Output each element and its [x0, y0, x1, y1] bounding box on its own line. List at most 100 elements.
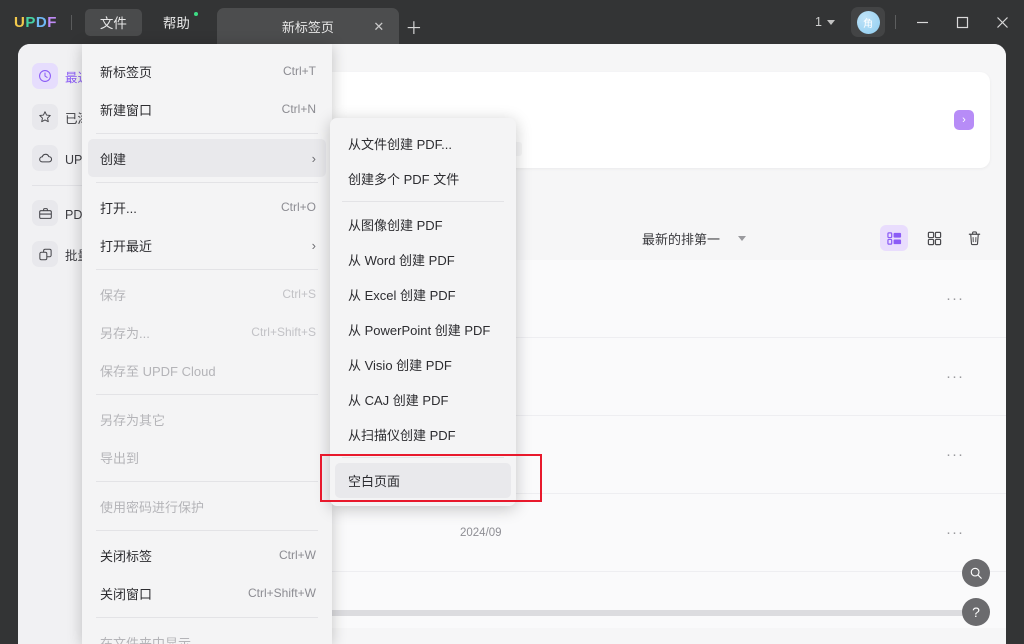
menu-item-11: 使用密码进行保护	[88, 487, 326, 525]
submenu-item-1[interactable]: 从文件创建 PDF...	[335, 126, 511, 161]
submenu-item-9[interactable]: 从扫描仪创建 PDF	[335, 417, 511, 452]
minimize-icon[interactable]	[902, 0, 942, 44]
updf-app-window: UPDF 文件 帮助 新标签页 ✕ ＋ 1 角 最近 PDF › 最新的排第一 …	[0, 0, 1024, 644]
menu-item-shortcut: Ctrl+O	[280, 200, 316, 214]
menu-item-3[interactable]: 创建 ›	[88, 139, 326, 177]
menu-item-5[interactable]: 打开最近 ›	[88, 226, 326, 264]
more-options-icon[interactable]: ···	[946, 290, 964, 307]
toolbox-icon	[32, 200, 58, 226]
menu-item-8: 保存至 UPDF Cloud	[88, 351, 326, 389]
avatar-label: 角	[863, 18, 873, 30]
menu-divider	[96, 269, 318, 270]
menu-item-label: 新建窗口	[100, 102, 153, 118]
submenu-item-8[interactable]: 从 CAJ 创建 PDF	[335, 382, 511, 417]
menu-item-shortcut: Ctrl+Shift+S	[251, 325, 316, 339]
menu-item-label: 使用密码进行保护	[100, 499, 205, 515]
menu-item-label: 新标签页	[100, 64, 153, 80]
submenu-item-6[interactable]: 从 PowerPoint 创建 PDF	[335, 312, 511, 347]
updf-logo: UPDF	[14, 14, 57, 31]
submenu-item-10[interactable]: 空白页面	[335, 463, 511, 498]
submenu-item-label: 创建多个 PDF 文件	[348, 172, 460, 187]
view-toggle-group	[880, 225, 988, 251]
menu-item-label: 保存至 UPDF Cloud	[100, 363, 216, 379]
tab-strip: 新标签页 ✕ ＋	[216, 0, 429, 44]
logo-letter-d: D	[35, 13, 48, 31]
chevron-right-icon: ›	[311, 150, 316, 166]
submenu-item-label: 从图像创建 PDF	[348, 218, 443, 233]
submenu-item-7[interactable]: 从 Visio 创建 PDF	[335, 347, 511, 382]
avatar: 角	[856, 10, 880, 34]
window-count-selector[interactable]: 1	[809, 11, 841, 33]
menu-item-label: 关闭窗口	[100, 586, 153, 602]
help-menu-button[interactable]: 帮助	[148, 9, 205, 36]
submenu-item-label: 从 Word 创建 PDF	[348, 253, 455, 268]
more-options-icon[interactable]: ···	[946, 368, 964, 385]
close-icon[interactable]: ✕	[371, 18, 387, 34]
menu-item-4[interactable]: 打开... Ctrl+O	[88, 188, 326, 226]
menu-item-label: 导出到	[100, 450, 140, 466]
file-date: 2024/09	[460, 526, 502, 539]
star-icon	[32, 104, 58, 130]
submenu-item-3[interactable]: 从图像创建 PDF	[335, 207, 511, 242]
search-icon[interactable]	[962, 559, 990, 587]
question-mark-icon[interactable]: ?	[962, 598, 990, 626]
menu-item-13[interactable]: 关闭窗口 Ctrl+Shift+W	[88, 574, 326, 612]
menu-item-label: 另存为...	[100, 325, 150, 341]
menu-item-2[interactable]: 新建窗口 Ctrl+N	[88, 90, 326, 128]
more-options-icon[interactable]: ···	[946, 446, 964, 463]
logo-divider	[70, 14, 72, 30]
submenu-item-4[interactable]: 从 Word 创建 PDF	[335, 242, 511, 277]
submenu-item-2[interactable]: 创建多个 PDF 文件	[335, 161, 511, 196]
window-count-label: 1	[815, 15, 822, 29]
chevron-right-icon: ›	[311, 237, 316, 253]
submenu-divider	[342, 201, 504, 202]
sort-dropdown[interactable]: 最新的排第一	[642, 229, 747, 248]
submenu-item-label: 从扫描仪创建 PDF	[348, 428, 456, 443]
help-notification-dot	[193, 11, 198, 16]
menu-item-6: 保存 Ctrl+S	[88, 275, 326, 313]
help-menu-label: 帮助	[162, 16, 190, 31]
chevron-down-icon	[827, 19, 835, 25]
maximize-icon[interactable]	[942, 0, 982, 44]
grid-view-icon[interactable]	[920, 225, 948, 251]
tab-new-tab-page[interactable]: 新标签页 ✕	[216, 8, 399, 44]
file-menu-button[interactable]: 文件	[84, 8, 142, 36]
close-icon[interactable]	[982, 0, 1022, 44]
menu-item-9: 另存为其它	[88, 400, 326, 438]
tab-label: 新标签页	[281, 19, 334, 35]
menu-item-12[interactable]: 关闭标签 Ctrl+W	[88, 536, 326, 574]
menu-item-10: 导出到	[88, 438, 326, 476]
caret-down-icon	[738, 235, 747, 241]
cloud-icon	[32, 145, 58, 171]
clock-icon	[32, 63, 58, 89]
menu-divider	[96, 617, 318, 618]
chevron-right-icon[interactable]: ›	[954, 110, 974, 130]
menu-item-label: 关闭标签	[100, 548, 153, 564]
submenu-item-label: 从 PowerPoint 创建 PDF	[348, 323, 491, 338]
logo-letter-p: P	[25, 13, 36, 31]
menu-item-shortcut: Ctrl+S	[282, 287, 316, 301]
menu-item-shortcut: Ctrl+T	[283, 64, 316, 78]
trash-icon[interactable]	[960, 225, 988, 251]
batch-icon	[32, 241, 58, 267]
menu-divider	[96, 182, 318, 183]
plus-icon[interactable]: ＋	[399, 8, 429, 44]
menu-divider	[96, 530, 318, 531]
submenu-item-label: 从文件创建 PDF...	[348, 137, 453, 152]
more-options-icon[interactable]: ···	[946, 524, 964, 541]
submenu-item-label: 从 Visio 创建 PDF	[348, 358, 452, 373]
file-dropdown-menu: 新标签页 Ctrl+T 新建窗口 Ctrl+N 创建 › 打开... Ctrl+O 打开最近 › 保…	[82, 44, 332, 644]
titlebar-divider	[895, 15, 896, 29]
submenu-item-label: 从 CAJ 创建 PDF	[348, 393, 449, 408]
account-button[interactable]: 角	[851, 7, 885, 37]
menu-item-shortcut: Ctrl+W	[279, 548, 316, 562]
list-view-icon[interactable]	[880, 225, 908, 251]
menu-item-14: 在文件夹中显示	[88, 623, 326, 644]
menu-item-label: 保存	[100, 287, 127, 303]
menu-item-label: 在文件夹中显示	[100, 635, 192, 644]
submenu-item-5[interactable]: 从 Excel 创建 PDF	[335, 277, 511, 312]
menu-divider	[96, 133, 318, 134]
submenu-item-label: 从 Excel 创建 PDF	[348, 288, 456, 303]
menu-item-1[interactable]: 新标签页 Ctrl+T	[88, 52, 326, 90]
submenu-item-label: 空白页面	[348, 474, 401, 489]
